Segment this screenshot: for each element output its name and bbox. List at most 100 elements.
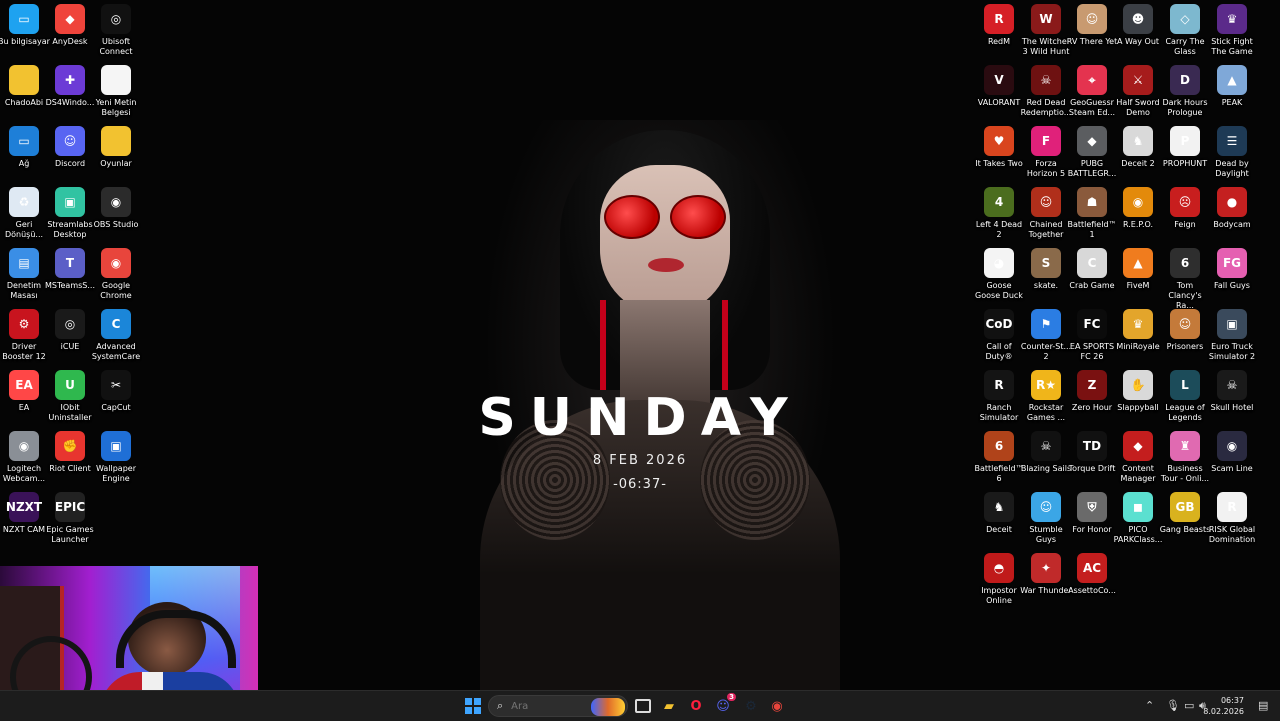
desktop-shortcut-impostor[interactable]: ◓ Impostor Online — [975, 553, 1023, 606]
taskbar-chrome-taskbar-button[interactable]: ◉ — [766, 695, 788, 717]
desktop-shortcut-for-honor[interactable]: ⛨ For Honor — [1068, 492, 1116, 535]
desktop-shortcut-nzxt[interactable]: NZXT NZXT CAM — [0, 492, 48, 535]
desktop-shortcut-cs2[interactable]: ⚑ Counter-St... 2 — [1021, 309, 1071, 362]
desktop-shortcut-gamepad[interactable]: ✚ DS4Windo... — [46, 65, 94, 108]
desktop-shortcut-folder[interactable]: ChadoAbi — [0, 65, 48, 108]
desktop-shortcut-torque-drift[interactable]: TD Torque Drift — [1068, 431, 1116, 474]
desktop-shortcut-anydesk[interactable]: ◆ AnyDesk — [46, 4, 94, 47]
desktop-shortcut-scam-line[interactable]: ◉ Scam Line — [1208, 431, 1256, 474]
desktop-shortcut-stick-fight[interactable]: ♛ Stick Fight The Game — [1208, 4, 1256, 57]
desktop-shortcut-rockstar[interactable]: R★ Rockstar Games ... — [1022, 370, 1070, 423]
tray-chevron-icon[interactable]: ⌃ — [1145, 699, 1154, 712]
desktop-shortcut-gang-beasts[interactable]: GB Gang Beasts — [1160, 492, 1210, 535]
desktop-shortcut-rdr[interactable]: ☠ Red Dead Redemptio... — [1021, 65, 1071, 118]
desktop-shortcut-half-sword[interactable]: ⚔ Half Sword Demo — [1114, 65, 1162, 118]
desktop-shortcut-stumble-guys[interactable]: ☺ Stumble Guys — [1022, 492, 1070, 545]
desktop-shortcut-rainbow-six[interactable]: 6 Tom Clancy's Ra... — [1161, 248, 1209, 311]
taskbar-clock[interactable]: 06:37 8.02.2026 — [1203, 695, 1244, 717]
desktop-shortcut-recycle-bin[interactable]: ♻ Geri Dönüşü... — [0, 187, 48, 240]
desktop-shortcut-text-file[interactable]: Yeni Metin Belgesi — [92, 65, 140, 118]
notification-icon[interactable]: ▤ — [1258, 699, 1268, 712]
desktop-shortcut-deceit[interactable]: ♞ Deceit — [975, 492, 1023, 535]
desktop-shortcut-ets2[interactable]: ▣ Euro Truck Simulator 2 — [1208, 309, 1256, 362]
desktop-shortcut-battlefield-6[interactable]: 6 Battlefield™ 6 — [974, 431, 1024, 484]
desktop-shortcut-deceit-2[interactable]: ♞ Deceit 2 — [1114, 126, 1162, 169]
desktop-shortcut-pico-park[interactable]: ◼ PICO PARKClass... — [1114, 492, 1162, 545]
desktop-shortcut-teams[interactable]: T MSTeamsS... — [45, 248, 95, 291]
desktop-shortcut-skate[interactable]: Sskate. — [1022, 248, 1070, 291]
desktop-shortcut-a-way-out[interactable]: ☻ A Way Out — [1114, 4, 1162, 47]
microphone-icon[interactable]: 🎙︎ — [1166, 699, 1180, 712]
desktop-shortcut-epic[interactable]: EPIC Epic Games Launcher — [46, 492, 94, 545]
desktop-shortcut-pubg[interactable]: ◆ PUBG BATTLEGR... — [1068, 126, 1116, 179]
desktop-shortcut-zero-hour[interactable]: Z Zero Hour — [1068, 370, 1116, 413]
desktop-shortcut-riot[interactable]: ✊ Riot Client — [46, 431, 94, 474]
taskbar-discord-taskbar-button[interactable]: ☺ 3 — [712, 693, 736, 717]
desktop-shortcut-folder[interactable]: Oyunlar — [92, 126, 140, 169]
taskbar-search[interactable]: ⌕ — [488, 695, 628, 717]
desktop-shortcut-lol[interactable]: L League of Legends — [1161, 370, 1209, 423]
desktop-shortcut-label: ChadoAbi — [4, 98, 44, 107]
desktop-shortcut-blazing-sails[interactable]: ☠ Blazing Sails — [1021, 431, 1071, 474]
network-tray-icon[interactable]: ▭ — [1184, 699, 1194, 712]
desktop-shortcut-crab-game[interactable]: C Crab Game — [1068, 248, 1116, 291]
desktop-shortcut-webcam[interactable]: ◉ Logitech Webcam... — [0, 431, 48, 484]
start-button[interactable] — [462, 695, 484, 717]
desktop-shortcut-war-thunder[interactable]: ✦ War Thunder — [1020, 553, 1072, 596]
desktop-shortcut-it-takes-two[interactable]: ♥ It Takes Two — [975, 126, 1023, 169]
desktop-shortcut-slappyball[interactable]: ✋ Slappyball — [1114, 370, 1162, 413]
desktop-shortcut-geoguessr[interactable]: ⌖ GeoGuessr Steam Ed... — [1068, 65, 1116, 118]
desktop-shortcut-ubisoft[interactable]: ◎ Ubisoft Connect — [92, 4, 140, 57]
desktop-shortcut-cod[interactable]: CoD Call of Duty® — [975, 309, 1023, 362]
desktop-shortcut-skull-hotel[interactable]: ☠ Skull Hotel — [1208, 370, 1256, 413]
desktop-shortcut-l4d2[interactable]: 4 Left 4 Dead 2 — [975, 187, 1023, 240]
desktop-shortcut-fivem[interactable]: ▲ FiveM — [1114, 248, 1162, 291]
task-view-button[interactable] — [632, 695, 654, 717]
desktop-shortcut-wallpaper-engine[interactable]: ▣ Wallpaper Engine — [92, 431, 140, 484]
desktop-shortcut-capcut[interactable]: ✂ CapCut — [92, 370, 140, 413]
search-input[interactable] — [509, 699, 584, 713]
desktop-shortcut-discord[interactable]: ☺ Discord — [46, 126, 94, 169]
desktop-shortcut-business-tour[interactable]: ♜ Business Tour - Onli... — [1161, 431, 1209, 484]
desktop-shortcut-iobit[interactable]: U IObit Uninstaller — [46, 370, 94, 423]
desktop-shortcut-streamlabs[interactable]: ▣ Streamlabs Desktop — [46, 187, 94, 240]
desktop-shortcut-battlefield-1[interactable]: ☗ Battlefield™ 1 — [1067, 187, 1117, 240]
skate-icon: S — [1031, 248, 1061, 278]
desktop-shortcut-feign[interactable]: ☹ Feign — [1161, 187, 1209, 230]
desktop-shortcut-dark-hours[interactable]: D Dark Hours Prologue — [1161, 65, 1209, 118]
taskbar-file-explorer-button[interactable]: ▰ — [658, 695, 680, 717]
desktop-shortcut-peak[interactable]: ▲ PEAK — [1208, 65, 1256, 108]
desktop-shortcut-network[interactable]: ▭ Ağ — [0, 126, 48, 169]
desktop-shortcut-icue[interactable]: ◎ iCUE — [46, 309, 94, 352]
desktop-shortcut-risk[interactable]: R RISK Global Domination — [1208, 492, 1256, 545]
desktop-shortcut-content-manager[interactable]: ◆ Content Manager — [1114, 431, 1162, 484]
desktop-shortcut-bodycam[interactable]: ● Bodycam — [1208, 187, 1256, 230]
desktop-shortcut-forza[interactable]: F Forza Horizon 5 — [1022, 126, 1070, 179]
desktop-shortcut-rv-there-yet[interactable]: ☺ RV There Yet — [1067, 4, 1117, 47]
desktop-shortcut-chrome[interactable]: ◉ Google Chrome — [92, 248, 140, 301]
desktop-shortcut-dbd[interactable]: ☰ Dead by Daylight — [1208, 126, 1256, 179]
desktop-shortcut-carry-the-glass[interactable]: ◇ Carry The Glass — [1161, 4, 1209, 57]
desktop-shortcut-fc26[interactable]: FC EA SPORTS FC 26 — [1068, 309, 1116, 362]
taskbar-opera-gx-button[interactable]: O — [685, 695, 707, 717]
desktop-shortcut-computer[interactable]: ▭ Bu bilgisayar — [0, 4, 50, 47]
desktop-shortcut-driver-booster[interactable]: ⚙ Driver Booster 12 — [0, 309, 48, 362]
desktop-shortcut-ea[interactable]: EA EA — [0, 370, 48, 413]
desktop-shortcut-ggd[interactable]: ◕ Goose Goose Duck — [975, 248, 1023, 301]
desktop-shortcut-control-panel[interactable]: ▤ Denetim Masası — [0, 248, 48, 301]
desktop-shortcut-chained-together[interactable]: ☺ Chained Together — [1022, 187, 1070, 240]
desktop-shortcut-obs[interactable]: ◉ OBS Studio — [92, 187, 140, 230]
taskbar-steam-button[interactable]: ⚙ — [740, 695, 762, 717]
desktop-shortcut-ranch[interactable]: R Ranch Simulator — [975, 370, 1023, 423]
desktop-shortcut-witcher[interactable]: W The Witcher 3 Wild Hunt — [1022, 4, 1070, 57]
desktop-shortcut-miniroyale[interactable]: ♛ MiniRoyale — [1114, 309, 1162, 352]
desktop-shortcut-redm[interactable]: R RedM — [975, 4, 1023, 47]
file-explorer-icon: ▰ — [664, 698, 674, 714]
desktop-shortcut-fall-guys[interactable]: FG Fall Guys — [1208, 248, 1256, 291]
desktop-shortcut-valorant[interactable]: V VALORANT — [975, 65, 1023, 108]
desktop-shortcut-prophunt[interactable]: P PROPHUNT — [1161, 126, 1209, 169]
desktop-shortcut-assetto-corsa[interactable]: AC AssettoCo... — [1068, 553, 1116, 596]
desktop-shortcut-repo[interactable]: ◉ R.E.P.O. — [1114, 187, 1162, 230]
desktop-shortcut-prisoners[interactable]: ☺ Prisoners — [1161, 309, 1209, 352]
desktop-shortcut-systemcare[interactable]: C Advanced SystemCare — [92, 309, 140, 362]
